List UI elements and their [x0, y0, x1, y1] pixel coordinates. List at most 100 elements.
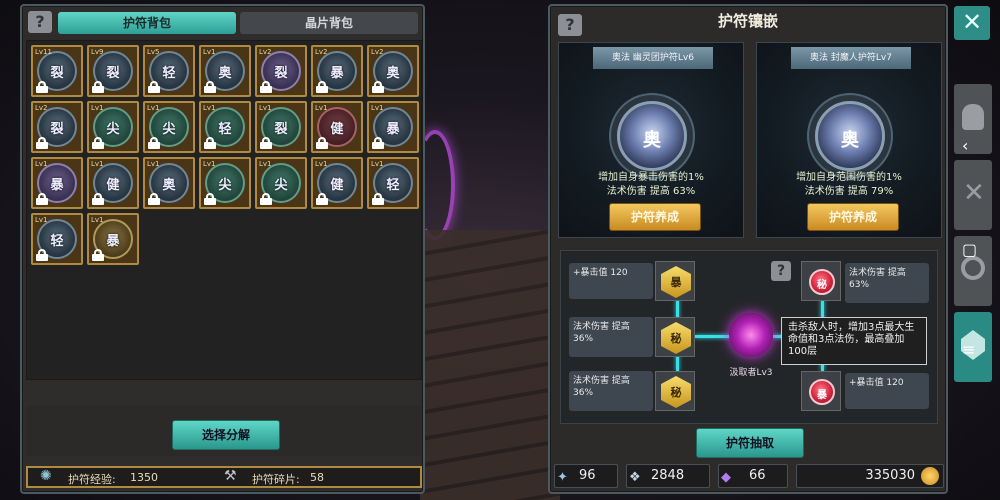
- socket-stat-left-2: 法术伤害 提高 36%: [569, 317, 653, 357]
- system-menu-icon[interactable]: ≡: [962, 340, 975, 359]
- lock-icon: [36, 249, 48, 261]
- currency-value: 2848: [651, 468, 685, 483]
- amulet-slot[interactable]: 尖 Lv1: [143, 101, 195, 153]
- amulet-slot[interactable]: 裂 Lv1: [255, 101, 307, 153]
- help-button-small[interactable]: ?: [771, 261, 791, 281]
- amulet-level: Lv1: [91, 160, 104, 168]
- socket-network: +暴击值 120 暴 法术伤害 提高 36% 秘 法术伤害 提高 36% 秘 汲…: [560, 250, 938, 424]
- amulet-slot[interactable]: 尖 Lv1: [199, 157, 251, 209]
- stat-text: 法术伤害 提高 36%: [573, 322, 630, 344]
- amulet-slot[interactable]: 轻 Lv1: [31, 213, 83, 265]
- amulet-upgrade-button[interactable]: 护符养成: [807, 203, 899, 231]
- hammer-icon: ⚒: [224, 468, 237, 484]
- help-button[interactable]: ?: [28, 11, 52, 33]
- amulet-inventory-panel: ? 护符背包 晶片背包 裂 Lv11 裂 Lv9 轻 Lv5 奥 Lv1 裂 Lv2 暴 Lv2 奥 Lv…: [20, 4, 425, 494]
- system-home-icon[interactable]: ▢: [962, 240, 977, 259]
- wand-icon: ✦: [557, 470, 568, 485]
- amulet-level: Lv1: [147, 160, 160, 168]
- socket-slot-right-2[interactable]: 暴: [801, 371, 841, 411]
- lock-icon: [260, 193, 272, 205]
- side-tab-helmet[interactable]: [954, 84, 992, 154]
- crit-rune-icon: 暴: [661, 266, 691, 298]
- amulet-slot[interactable]: 奥 Lv1: [199, 45, 251, 97]
- exp-value: 1350: [130, 471, 158, 484]
- amulet-rune: 轻: [218, 122, 232, 137]
- crystal-icon: ❖: [629, 470, 641, 485]
- lock-icon: [92, 81, 104, 93]
- core-gem-icon[interactable]: [729, 313, 773, 357]
- lock-icon: [36, 193, 48, 205]
- amulet-description: 增加自身范围伤害的1% 法术伤害 提高 79%: [757, 171, 941, 199]
- socket-slot-left-3[interactable]: 秘: [655, 371, 695, 411]
- amulet-rune: 裂: [106, 66, 120, 81]
- amulet-slot[interactable]: 裂 Lv11: [31, 45, 83, 97]
- shard-value: 58: [310, 471, 324, 484]
- socket-slot-left-1[interactable]: 暴: [655, 261, 695, 301]
- close-button[interactable]: ✕: [954, 6, 990, 40]
- amulet-level: Lv1: [315, 104, 328, 112]
- tab-chip-bag[interactable]: 晶片背包: [240, 12, 418, 34]
- amulet-slot[interactable]: 尖 Lv1: [87, 101, 139, 153]
- amulet-rune: 暴: [386, 122, 400, 137]
- amulet-slot[interactable]: 奥 Lv2: [367, 45, 419, 97]
- side-tab-weapons[interactable]: ✕: [954, 160, 992, 230]
- stat-text: 法术伤害 提高 63%: [849, 268, 906, 290]
- amulet-slot[interactable]: 暴 Lv1: [31, 157, 83, 209]
- amulet-orb-icon[interactable]: 奥: [617, 101, 687, 171]
- lock-icon: [92, 249, 104, 261]
- amulet-slot[interactable]: 裂 Lv2: [31, 101, 83, 153]
- amulet-upgrade-button[interactable]: 护符养成: [609, 203, 701, 231]
- lock-icon: [316, 137, 328, 149]
- amulet-card-2: 奥法 封魔人护符Lv7 奥 增加自身范围伤害的1% 法术伤害 提高 79% 护符…: [756, 42, 942, 238]
- amulet-slot[interactable]: 奥 Lv1: [143, 157, 195, 209]
- amulet-level: Lv2: [371, 48, 384, 56]
- amulet-slot[interactable]: 健 Lv1: [311, 101, 363, 153]
- amulet-slot[interactable]: 裂 Lv2: [255, 45, 307, 97]
- amulet-slot[interactable]: 尖 Lv1: [255, 157, 307, 209]
- socket-slot-left-2[interactable]: 秘: [655, 317, 695, 357]
- lock-icon: [148, 193, 160, 205]
- amulet-rune: 尖: [274, 178, 288, 193]
- rune-char: 秘: [817, 280, 827, 291]
- amulet-rune: 健: [330, 122, 344, 137]
- lock-icon: [372, 193, 384, 205]
- currency-value: 66: [749, 468, 766, 483]
- amulet-name-tag: 奥法 幽灵团护符Lv6: [593, 47, 713, 69]
- system-back-icon[interactable]: ‹: [962, 136, 968, 155]
- socket-slot-right-1[interactable]: 秘: [801, 261, 841, 301]
- exp-label: 护符经验:: [68, 473, 116, 486]
- amulet-orb-icon[interactable]: 奥: [815, 101, 885, 171]
- amulet-level: Lv1: [35, 160, 48, 168]
- amulet-slot[interactable]: 轻 Lv1: [367, 157, 419, 209]
- amulet-slot[interactable]: 裂 Lv9: [87, 45, 139, 97]
- amulet-slot[interactable]: 健 Lv1: [87, 157, 139, 209]
- tab-amulet-bag[interactable]: 护符背包: [58, 12, 236, 34]
- lock-icon: [204, 137, 216, 149]
- lock-icon: [316, 193, 328, 205]
- decompose-button[interactable]: 选择分解: [172, 420, 280, 450]
- socket-stat-right-1: 法术伤害 提高 63%: [845, 263, 929, 303]
- amulet-draw-button[interactable]: 护符抽取: [696, 428, 804, 458]
- inventory-footer: 选择分解: [26, 406, 422, 456]
- socket-stat-left-1: +暴击值 120: [569, 263, 653, 299]
- purple-gem-icon: ◆: [721, 470, 731, 485]
- amulet-level: Lv1: [91, 104, 104, 112]
- amulet-slot[interactable]: 暴 Lv1: [87, 213, 139, 265]
- amulet-slot[interactable]: 暴 Lv1: [367, 101, 419, 153]
- amulet-slot[interactable]: 轻 Lv1: [199, 101, 251, 153]
- amulet-slot[interactable]: 轻 Lv5: [143, 45, 195, 97]
- resource-status-bar: ✺ 护符经验: 1350 ⚒ 护符碎片: 58: [26, 466, 422, 488]
- amulet-effect-line-1: 增加自身暴击伤害的1%: [598, 172, 704, 183]
- helmet-icon: [962, 104, 984, 130]
- scene-floor: [420, 230, 560, 500]
- amulet-level: Lv1: [203, 160, 216, 168]
- amulet-rune: 健: [330, 178, 344, 193]
- amulet-level: Lv5: [147, 48, 160, 56]
- arcane-rune-icon: 秘: [661, 376, 691, 408]
- amulet-slot[interactable]: 暴 Lv2: [311, 45, 363, 97]
- amulet-description: 增加自身暴击伤害的1% 法术伤害 提高 63%: [559, 171, 743, 199]
- amulet-grid: 裂 Lv11 裂 Lv9 轻 Lv5 奥 Lv1 裂 Lv2 暴 Lv2 奥 Lv2 裂 Lv2 尖 Lv1 尖 Lv…: [26, 40, 422, 380]
- amulet-slot[interactable]: 健 Lv1: [311, 157, 363, 209]
- amulet-rune: 尖: [106, 122, 120, 137]
- amulet-socket-panel: ? 护符镶嵌 奥法 幽灵团护符Lv6 奥 增加自身暴击伤害的1% 法术伤害 提高…: [548, 4, 948, 494]
